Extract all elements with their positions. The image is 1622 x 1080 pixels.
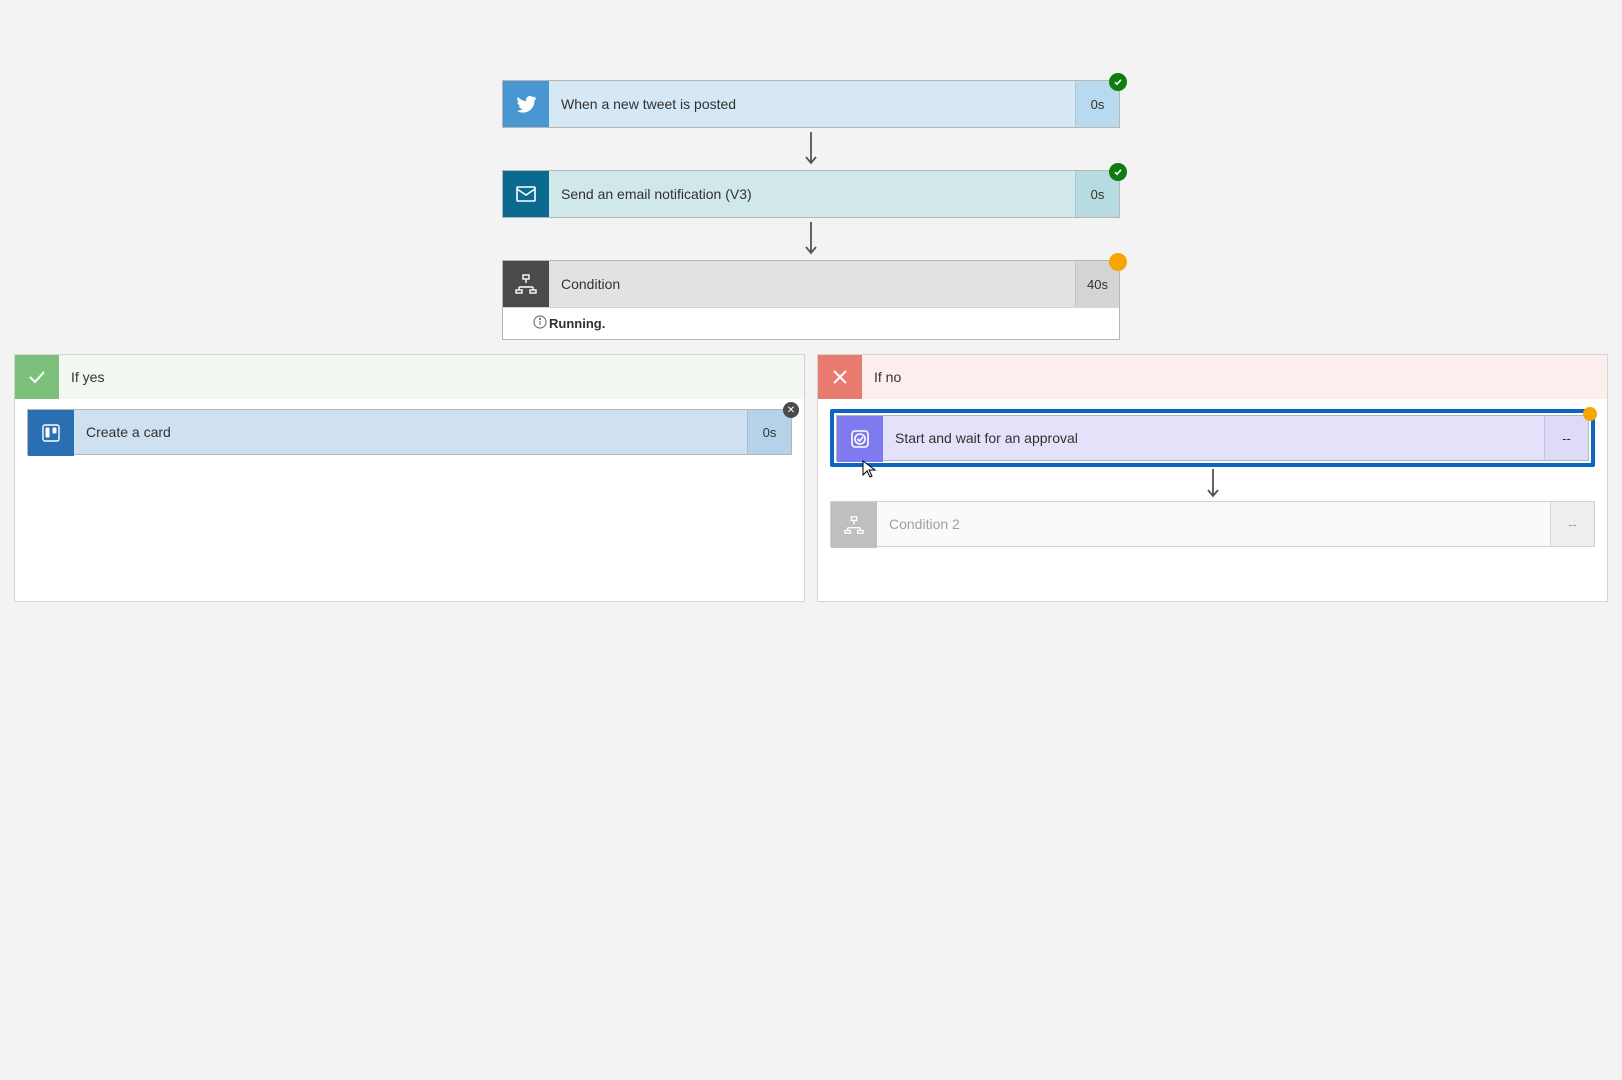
step-label: When a new tweet is posted [561,96,736,112]
step-label: Send an email notification (V3) [561,186,752,202]
cross-icon [818,355,862,399]
step-label: Condition 2 [889,516,960,532]
action-step-create-card[interactable]: Create a card 0s ✕ [27,409,792,455]
branch-title: If no [862,369,913,385]
mail-icon [503,171,549,217]
cursor-icon [862,460,878,481]
status-badge-success-icon [1109,163,1127,181]
status-badge-running-icon [1109,253,1127,271]
step-label: Condition [561,276,620,292]
info-icon [533,315,547,332]
step-label: Create a card [86,424,171,440]
control-step-condition[interactable]: Condition 40s Running. [502,260,1120,340]
branch-container-yes[interactable]: If yes Create a card 0s ✕ [14,354,805,602]
step-duration: 0s [747,410,791,454]
step-duration: -- [1544,416,1588,460]
branch-header: If yes [15,355,804,399]
twitter-icon [503,81,549,127]
status-badge-running-icon [1583,407,1597,421]
branch-title: If yes [59,369,116,385]
branch-container-no[interactable]: If no Start and wait for an approval -- [817,354,1608,602]
step-label: Start and wait for an approval [895,430,1078,446]
approval-icon [837,416,883,462]
connector-arrow-icon [830,467,1595,501]
delete-step-icon[interactable]: ✕ [783,402,799,418]
connector-arrow-icon [804,128,818,170]
branch-header: If no [818,355,1607,399]
selected-step-frame: Start and wait for an approval -- [830,409,1595,467]
condition-icon [503,261,549,307]
trigger-step-twitter[interactable]: When a new tweet is posted 0s [502,80,1120,128]
action-step-approval[interactable]: Start and wait for an approval -- [836,415,1589,461]
step-status-text: Running. [549,316,605,331]
trello-icon [28,410,74,456]
step-status-line: Running. [503,307,1119,339]
status-badge-success-icon [1109,73,1127,91]
control-step-condition-2[interactable]: Condition 2 -- [830,501,1595,547]
action-step-send-email[interactable]: Send an email notification (V3) 0s [502,170,1120,218]
step-duration: -- [1550,502,1594,546]
condition-icon [831,502,877,548]
check-icon [15,355,59,399]
connector-arrow-icon [804,218,818,260]
